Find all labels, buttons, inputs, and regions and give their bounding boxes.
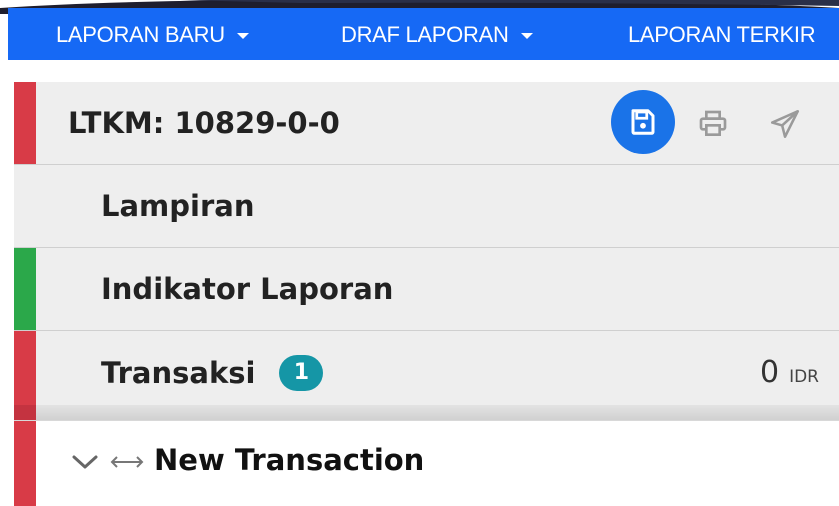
section-transaksi-heading: Transaksi 1 (101, 354, 324, 391)
section-transaksi[interactable]: Transaksi 1 0 IDR (14, 331, 839, 414)
transaction-row[interactable]: New Transaction (14, 420, 839, 506)
status-accent-red (14, 421, 36, 506)
section-label: Indikator Laporan (101, 272, 394, 306)
status-accent-green (14, 248, 36, 330)
printer-icon (699, 110, 727, 136)
print-button[interactable] (695, 106, 731, 142)
nav-laporan-terkirim-label: LAPORAN TERKIR (628, 22, 816, 47)
chevron-down-icon (520, 33, 533, 39)
status-accent-red (14, 331, 36, 414)
paper-plane-icon (770, 109, 800, 139)
section-label: Lampiran (101, 189, 255, 223)
nav-laporan-baru-label: LAPORAN BARU (56, 22, 225, 47)
nav-draf-laporan-label: DRAF LAPORAN (341, 22, 509, 47)
floppy-disk-icon (631, 109, 655, 135)
nav-laporan-baru[interactable]: LAPORAN BARU (56, 22, 249, 48)
report-header-row: LTKM: 10829-0-0 (14, 82, 839, 165)
chevron-down-icon[interactable] (70, 452, 100, 472)
row-shadow (14, 405, 839, 421)
section-indikator-laporan[interactable]: Indikator Laporan (14, 248, 839, 331)
section-label: Transaksi (101, 355, 256, 390)
arrows-horizontal-icon (110, 456, 144, 468)
count-badge: 1 (279, 354, 324, 391)
amount-value: 0 (759, 355, 780, 390)
section-lampiran[interactable]: Lampiran (14, 165, 839, 248)
save-button[interactable] (611, 90, 675, 154)
top-navigation-bar: LAPORAN BARU DRAF LAPORAN LAPORAN TERKIR (8, 8, 839, 60)
currency-label: IDR (789, 367, 819, 387)
transaction-label: New Transaction (154, 443, 425, 477)
chevron-down-icon (236, 33, 249, 39)
nav-laporan-terkirim[interactable]: LAPORAN TERKIR (628, 22, 816, 48)
report-title: LTKM: 10829-0-0 (68, 106, 340, 140)
send-button[interactable] (766, 106, 804, 142)
transaction-total: 0 IDR (760, 355, 819, 390)
status-accent-red (14, 82, 36, 164)
nav-draf-laporan[interactable]: DRAF LAPORAN (341, 22, 533, 48)
